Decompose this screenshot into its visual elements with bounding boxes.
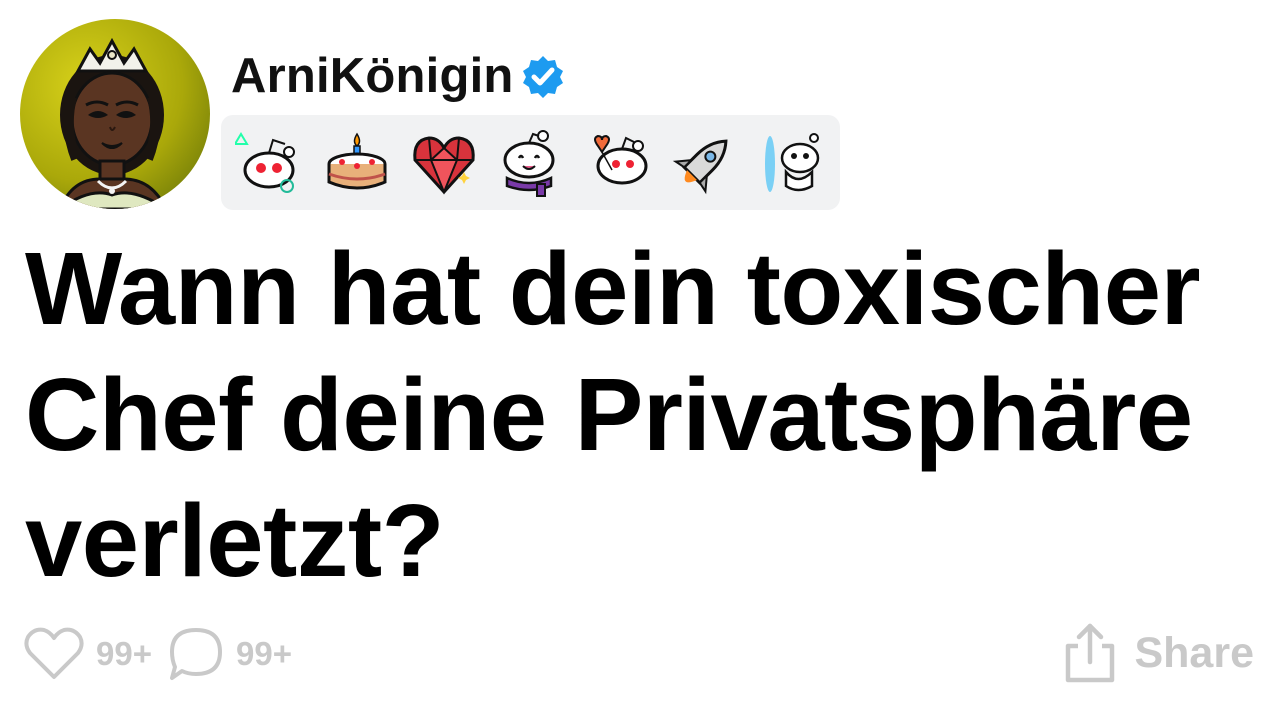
comment-bubble-icon [169,628,222,680]
princess-avatar-icon [57,37,169,209]
post-title: Wann hat dein toxischer Chef deine Priva… [25,231,1201,598]
heart-icon [24,627,84,679]
share-icon [1066,623,1115,683]
comments-count: 99+ [235,635,292,672]
snoo-heart-balloons-icon[interactable] [580,126,654,200]
post-actions: 99+ 99+ [22,622,292,686]
reddit-snoo-shapes-icon[interactable] [233,126,307,200]
avatar[interactable] [20,19,210,209]
snoo-portal-icon[interactable] [754,126,828,200]
verified-badge-icon [522,56,563,98]
birthday-cake-icon[interactable] [320,126,394,200]
comment-button[interactable]: 99+ [166,624,292,684]
username[interactable]: ArniKönigin [231,51,514,101]
snoo-scarf-tongue-icon[interactable] [493,126,567,200]
share-button[interactable]: Share [1062,618,1254,688]
post-card: ArniKönigin Wann hat dein toxischer Chef… [0,0,1280,720]
author-row: ArniKönigin [231,44,566,108]
likes-count: 99+ [96,635,152,672]
award-badges [221,115,840,210]
rocket-icon[interactable] [667,126,741,200]
gem-heart-icon[interactable] [407,126,481,200]
share-label: Share [1134,628,1254,677]
like-button[interactable]: 99+ [22,625,152,683]
